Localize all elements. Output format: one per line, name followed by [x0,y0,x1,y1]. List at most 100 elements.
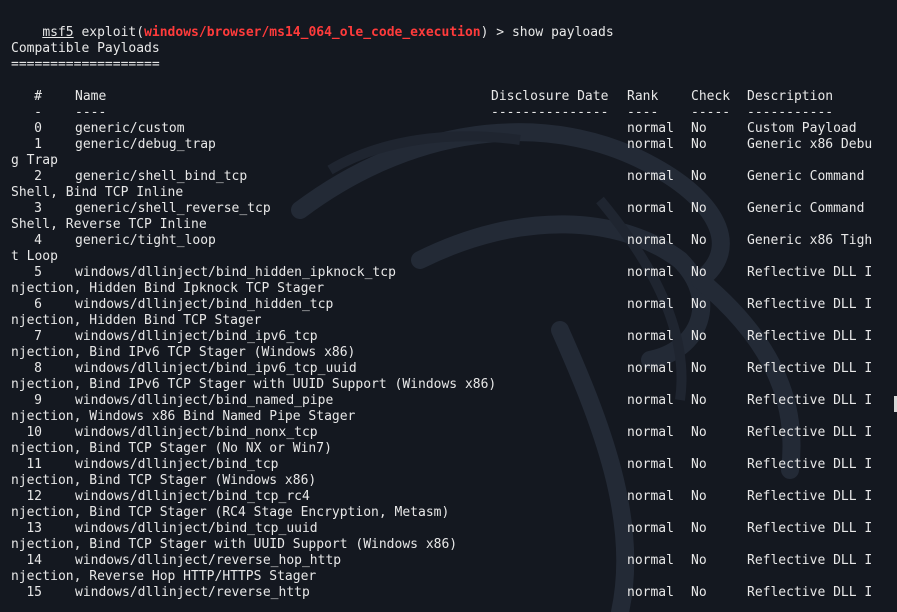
payload-rank: normal [627,137,674,152]
payload-number: 5 [34,265,42,280]
payload-description-wrap: njection, Bind TCP Stager (No NX or Win7… [11,441,332,456]
column-header-check: Check [691,89,731,104]
column-header-number: # [34,89,42,104]
payload-number: 2 [34,169,42,184]
payload-rank: normal [627,521,674,536]
payload-rank: normal [627,329,674,344]
payload-description: Generic Command [747,201,865,216]
payload-check: No [691,265,707,280]
payload-number: 7 [34,329,42,344]
payload-rank: normal [627,121,674,136]
payload-rank: normal [627,169,674,184]
payload-number: 1 [34,137,42,152]
payload-number: 12 [26,489,42,504]
payload-description: Reflective DLL I [747,393,873,408]
payload-description-wrap: Shell, Reverse TCP Inline [11,217,207,232]
payload-rank: normal [627,489,674,504]
payload-name: windows/dllinject/bind_tcp_rc4 [75,489,310,504]
payload-description: Reflective DLL I [747,489,873,504]
payload-name: generic/shell_bind_tcp [75,169,248,184]
payload-name: windows/dllinject/bind_named_pipe [75,393,334,408]
payload-check: No [691,457,707,472]
prompt-msf: msf5 [42,25,74,40]
payload-description: Reflective DLL I [747,265,873,280]
payload-description: Reflective DLL I [747,361,873,376]
payload-rank: normal [627,457,674,472]
payload-name: windows/dllinject/reverse_http [75,585,310,600]
terminal-output[interactable]: msf5 exploit(windows/browser/ms14_064_ol… [0,0,897,612]
rule-name: ---- [75,105,107,120]
payload-number: 3 [34,201,42,216]
payload-name: windows/dllinject/bind_tcp_uuid [75,521,318,536]
payload-description: Reflective DLL I [747,521,873,536]
rule-disclosure-date: --------------- [491,105,609,120]
payload-check: No [691,329,707,344]
payload-check: No [691,233,707,248]
column-header-description: Description [747,89,834,104]
rule-number: - [34,105,42,120]
payload-name: windows/dllinject/bind_ipv6_tcp_uuid [75,361,357,376]
payload-check: No [691,137,707,152]
payload-check: No [691,169,707,184]
payload-description: Reflective DLL I [747,457,873,472]
payload-rank: normal [627,393,674,408]
payload-description: Reflective DLL I [747,297,873,312]
payload-rank: normal [627,553,674,568]
payload-name: windows/dllinject/bind_hidden_tcp [75,297,334,312]
payload-description-wrap: njection, Bind TCP Stager (RC4 Stage Enc… [11,505,450,520]
payload-name: windows/dllinject/bind_tcp [75,457,279,472]
payload-description-wrap: njection, Hidden Bind TCP Stager [11,313,262,328]
payload-rank: normal [627,297,674,312]
column-header-disclosure-date: Disclosure Date [491,89,609,104]
payload-check: No [691,585,707,600]
payload-name: generic/custom [75,121,185,136]
payload-name: windows/dllinject/bind_nonx_tcp [75,425,318,440]
payload-description-wrap: njection, Bind IPv6 TCP Stager with UUID… [11,377,497,392]
payload-number: 15 [26,585,42,600]
payload-check: No [691,521,707,536]
payload-description-wrap: Shell, Bind TCP Inline [11,185,184,200]
rule-description: ----------- [747,105,834,120]
payload-name: windows/dllinject/reverse_hop_http [75,553,342,568]
payload-rank: normal [627,585,674,600]
payload-rank: normal [627,361,674,376]
heading-underline: =================== [11,57,160,72]
payload-description: Reflective DLL I [747,425,873,440]
prompt-module-name: windows/browser/ms14_064_ole_code_execut… [144,25,481,40]
payload-number: 10 [26,425,42,440]
payload-rank: normal [627,233,674,248]
payload-description: Generic x86 Debu [747,137,873,152]
payload-check: No [691,393,707,408]
payload-number: 8 [34,361,42,376]
rule-rank: ---- [627,105,659,120]
payload-description-wrap: njection, Bind TCP Stager with UUID Supp… [11,537,458,552]
rule-check: ----- [691,105,731,120]
payload-description-wrap: g Trap [11,153,58,168]
payload-number: 4 [34,233,42,248]
prompt-exploit-prefix: exploit( [73,25,145,40]
payload-description: Custom Payload [747,121,857,136]
payload-number: 9 [34,393,42,408]
payload-check: No [691,553,707,568]
payload-description: Generic Command [747,169,865,184]
payload-description: Reflective DLL I [747,553,873,568]
payload-description-wrap: njection, Windows x86 Bind Named Pipe St… [11,409,356,424]
payload-check: No [691,121,707,136]
entered-command: show payloads [511,25,614,40]
section-heading: Compatible Payloads [11,41,160,56]
payload-number: 0 [34,121,42,136]
payload-check: No [691,201,707,216]
payload-description: Reflective DLL I [747,585,873,600]
payload-number: 6 [34,297,42,312]
payload-rank: normal [627,425,674,440]
payload-name: generic/debug_trap [75,137,216,152]
payload-rank: normal [627,201,674,216]
payload-number: 11 [26,457,42,472]
payload-name: windows/dllinject/bind_ipv6_tcp [75,329,318,344]
payload-check: No [691,361,707,376]
payload-description-wrap: njection, Hidden Bind Ipknock TCP Stager [11,281,325,296]
command-prompt-line: msf5 exploit(windows/browser/ms14_064_ol… [11,9,613,40]
prompt-separator: ) > [480,25,512,40]
payload-description-wrap: njection, Bind IPv6 TCP Stager (Windows … [11,345,356,360]
payload-name: generic/shell_reverse_tcp [75,201,271,216]
